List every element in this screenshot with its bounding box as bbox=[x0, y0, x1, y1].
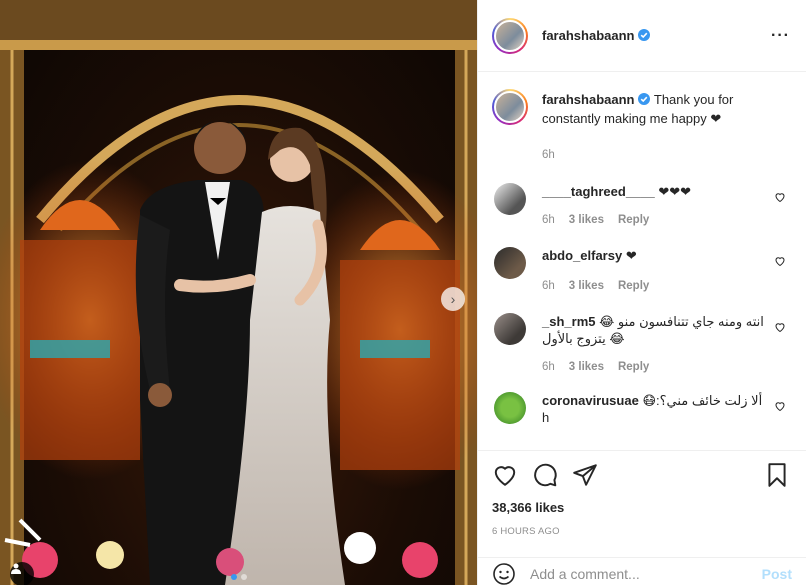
share-paper-plane-icon[interactable] bbox=[572, 462, 598, 488]
likes-count[interactable]: 38,366 likes bbox=[492, 500, 790, 515]
post-caption: farahshabaann Thank you for constantly m… bbox=[492, 89, 790, 165]
caption-author-avatar[interactable] bbox=[492, 89, 528, 125]
comment-time[interactable]: 6h bbox=[542, 214, 555, 226]
commenter-username[interactable]: ____taghreed____ bbox=[542, 184, 655, 199]
comment-text: ❤ bbox=[625, 248, 637, 263]
instagram-post-modal: › farahshabaann ··· farahshabaann Thank … bbox=[0, 0, 806, 585]
comment-time[interactable]: 6h bbox=[542, 361, 555, 373]
like-comment-heart-icon[interactable] bbox=[774, 191, 786, 203]
comment-likes[interactable]: 3 likes bbox=[569, 361, 604, 373]
carousel-dot bbox=[230, 574, 237, 580]
carousel-dot bbox=[240, 574, 247, 580]
post-timestamp[interactable]: 6 HOURS AGO bbox=[492, 526, 790, 537]
post-details-pane: farahshabaann ··· farahshabaann Thank yo… bbox=[477, 0, 806, 585]
verified-badge-icon bbox=[638, 29, 651, 41]
chevron-right-icon: › bbox=[450, 291, 456, 307]
like-comment-heart-icon[interactable] bbox=[774, 321, 786, 333]
comment-input[interactable] bbox=[530, 565, 750, 582]
like-comment-heart-icon[interactable] bbox=[774, 255, 786, 267]
comment-item: coronavirusuae ألا زلت خائف مني؟:😷h bbox=[492, 392, 790, 426]
emoji-smiley-icon[interactable] bbox=[492, 562, 516, 585]
post-header: farahshabaann ··· bbox=[478, 0, 806, 72]
verified-badge-icon bbox=[638, 93, 651, 105]
commenter-username[interactable]: abdo_elfarsy bbox=[542, 248, 622, 263]
reply-button[interactable]: Reply bbox=[618, 280, 649, 292]
comment-text: ❤❤❤ bbox=[658, 184, 692, 199]
photo-illustration bbox=[0, 0, 477, 585]
commenter-avatar[interactable] bbox=[494, 313, 526, 345]
like-comment-heart-icon[interactable] bbox=[774, 400, 786, 412]
next-image-button[interactable]: › bbox=[441, 287, 465, 311]
reply-button[interactable]: Reply bbox=[618, 214, 649, 226]
comment-time[interactable]: 6h bbox=[542, 280, 555, 292]
commenter-username[interactable]: coronavirusuae bbox=[542, 393, 639, 408]
action-icons bbox=[492, 451, 790, 499]
author-username[interactable]: farahshabaann bbox=[542, 28, 651, 43]
comments-list[interactable]: farahshabaann Thank you for constantly m… bbox=[478, 73, 806, 449]
caption-time[interactable]: 6h bbox=[542, 149, 555, 161]
user-icon bbox=[11, 563, 21, 574]
post-photo[interactable]: › bbox=[0, 0, 477, 585]
post-actions: 38,366 likes 6 HOURS AGO bbox=[478, 450, 806, 537]
add-comment-bar: Post bbox=[478, 557, 806, 585]
comment-likes[interactable]: 3 likes bbox=[569, 214, 604, 226]
comment-item: abdo_elfarsy ❤ 6h 3 likes Reply bbox=[492, 247, 790, 295]
reply-button[interactable]: Reply bbox=[618, 361, 649, 373]
carousel-dots bbox=[0, 574, 477, 580]
commenter-avatar[interactable] bbox=[494, 392, 526, 424]
like-heart-icon[interactable] bbox=[492, 462, 518, 488]
commenter-avatar[interactable] bbox=[494, 183, 526, 215]
comment-item: _sh_rm5 انته ومنه جاي تتنافسون منو 😂😂 يت… bbox=[492, 313, 790, 376]
comment-item: ____taghreed____ ❤❤❤ 6h 3 likes Reply bbox=[492, 183, 790, 229]
caption-username[interactable]: farahshabaann bbox=[542, 92, 651, 107]
comment-bubble-icon[interactable] bbox=[532, 462, 558, 488]
commenter-username[interactable]: _sh_rm5 bbox=[542, 314, 595, 329]
commenter-avatar[interactable] bbox=[494, 247, 526, 279]
author-avatar[interactable] bbox=[492, 17, 528, 54]
comment-likes[interactable]: 3 likes bbox=[569, 280, 604, 292]
save-bookmark-icon[interactable] bbox=[764, 462, 790, 488]
more-options-button[interactable]: ··· bbox=[771, 27, 790, 45]
post-comment-button[interactable]: Post bbox=[762, 566, 792, 582]
